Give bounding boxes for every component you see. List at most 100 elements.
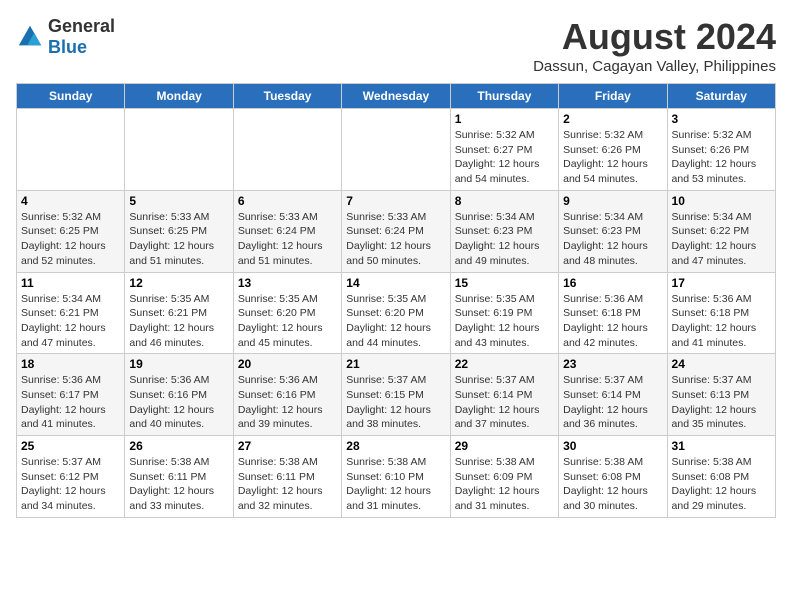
calendar-week-row: 25 Sunrise: 5:37 AM Sunset: 6:12 PM Dayli… bbox=[17, 436, 776, 518]
day-number: 24 bbox=[672, 357, 771, 371]
day-number: 3 bbox=[672, 112, 771, 126]
calendar-cell bbox=[233, 109, 341, 191]
day-info: Sunrise: 5:36 AM Sunset: 6:18 PM Dayligh… bbox=[672, 292, 771, 351]
day-info: Sunrise: 5:35 AM Sunset: 6:20 PM Dayligh… bbox=[238, 292, 337, 351]
calendar-cell: 4 Sunrise: 5:32 AM Sunset: 6:25 PM Daylig… bbox=[17, 190, 125, 272]
day-number: 26 bbox=[129, 439, 228, 453]
day-number: 14 bbox=[346, 276, 445, 290]
day-number: 1 bbox=[455, 112, 554, 126]
day-info: Sunrise: 5:33 AM Sunset: 6:24 PM Dayligh… bbox=[238, 210, 337, 269]
day-info: Sunrise: 5:34 AM Sunset: 6:21 PM Dayligh… bbox=[21, 292, 120, 351]
calendar-cell: 1 Sunrise: 5:32 AM Sunset: 6:27 PM Daylig… bbox=[450, 109, 558, 191]
day-number: 19 bbox=[129, 357, 228, 371]
weekday-header-wednesday: Wednesday bbox=[342, 84, 450, 109]
calendar-cell bbox=[17, 109, 125, 191]
weekday-header-saturday: Saturday bbox=[667, 84, 775, 109]
day-info: Sunrise: 5:38 AM Sunset: 6:09 PM Dayligh… bbox=[455, 455, 554, 514]
day-number: 4 bbox=[21, 194, 120, 208]
calendar-table: SundayMondayTuesdayWednesdayThursdayFrid… bbox=[16, 83, 776, 518]
calendar-cell: 9 Sunrise: 5:34 AM Sunset: 6:23 PM Daylig… bbox=[559, 190, 667, 272]
day-number: 11 bbox=[21, 276, 120, 290]
calendar-cell: 8Sunrise: 5:34 AM Sunset: 6:23 PM Daylig… bbox=[450, 190, 558, 272]
calendar-cell: 21Sunrise: 5:37 AM Sunset: 6:15 PM Dayli… bbox=[342, 354, 450, 436]
weekday-header-row: SundayMondayTuesdayWednesdayThursdayFrid… bbox=[17, 84, 776, 109]
day-info: Sunrise: 5:33 AM Sunset: 6:25 PM Dayligh… bbox=[129, 210, 228, 269]
calendar-cell: 18Sunrise: 5:36 AM Sunset: 6:17 PM Dayli… bbox=[17, 354, 125, 436]
day-info: Sunrise: 5:34 AM Sunset: 6:23 PM Dayligh… bbox=[563, 210, 662, 269]
day-info: Sunrise: 5:38 AM Sunset: 6:11 PM Dayligh… bbox=[238, 455, 337, 514]
weekday-header-monday: Monday bbox=[125, 84, 233, 109]
calendar-cell: 2 Sunrise: 5:32 AM Sunset: 6:26 PM Daylig… bbox=[559, 109, 667, 191]
day-info: Sunrise: 5:35 AM Sunset: 6:21 PM Dayligh… bbox=[129, 292, 228, 351]
day-number: 17 bbox=[672, 276, 771, 290]
day-info: Sunrise: 5:37 AM Sunset: 6:14 PM Dayligh… bbox=[563, 373, 662, 432]
calendar-cell: 26 Sunrise: 5:38 AM Sunset: 6:11 PM Dayli… bbox=[125, 436, 233, 518]
day-info: Sunrise: 5:37 AM Sunset: 6:12 PM Dayligh… bbox=[21, 455, 120, 514]
title-block: August 2024 Dassun, Cagayan Valley, Phil… bbox=[533, 16, 776, 75]
day-number: 27 bbox=[238, 439, 337, 453]
calendar-week-row: 4 Sunrise: 5:32 AM Sunset: 6:25 PM Daylig… bbox=[17, 190, 776, 272]
calendar-cell: 23 Sunrise: 5:37 AM Sunset: 6:14 PM Dayli… bbox=[559, 354, 667, 436]
calendar-cell: 13Sunrise: 5:35 AM Sunset: 6:20 PM Dayli… bbox=[233, 272, 341, 354]
day-info: Sunrise: 5:35 AM Sunset: 6:19 PM Dayligh… bbox=[455, 292, 554, 351]
calendar-cell: 28Sunrise: 5:38 AM Sunset: 6:10 PM Dayli… bbox=[342, 436, 450, 518]
day-number: 16 bbox=[563, 276, 662, 290]
logo-general: General bbox=[48, 16, 115, 36]
calendar-week-row: 11 Sunrise: 5:34 AM Sunset: 6:21 PM Dayli… bbox=[17, 272, 776, 354]
day-info: Sunrise: 5:32 AM Sunset: 6:27 PM Dayligh… bbox=[455, 128, 554, 187]
day-number: 29 bbox=[455, 439, 554, 453]
day-number: 22 bbox=[455, 357, 554, 371]
main-title: August 2024 bbox=[533, 16, 776, 58]
day-info: Sunrise: 5:34 AM Sunset: 6:22 PM Dayligh… bbox=[672, 210, 771, 269]
calendar-cell: 12 Sunrise: 5:35 AM Sunset: 6:21 PM Dayli… bbox=[125, 272, 233, 354]
weekday-header-tuesday: Tuesday bbox=[233, 84, 341, 109]
calendar-cell: 15 Sunrise: 5:35 AM Sunset: 6:19 PM Dayli… bbox=[450, 272, 558, 354]
logo-blue: Blue bbox=[48, 37, 87, 57]
calendar-cell: 31 Sunrise: 5:38 AM Sunset: 6:08 PM Dayli… bbox=[667, 436, 775, 518]
calendar-cell bbox=[125, 109, 233, 191]
calendar-week-row: 1 Sunrise: 5:32 AM Sunset: 6:27 PM Daylig… bbox=[17, 109, 776, 191]
day-info: Sunrise: 5:36 AM Sunset: 6:17 PM Dayligh… bbox=[21, 373, 120, 432]
calendar-cell: 20Sunrise: 5:36 AM Sunset: 6:16 PM Dayli… bbox=[233, 354, 341, 436]
calendar-cell: 22Sunrise: 5:37 AM Sunset: 6:14 PM Dayli… bbox=[450, 354, 558, 436]
calendar-cell: 11 Sunrise: 5:34 AM Sunset: 6:21 PM Dayli… bbox=[17, 272, 125, 354]
calendar-cell: 17 Sunrise: 5:36 AM Sunset: 6:18 PM Dayli… bbox=[667, 272, 775, 354]
day-number: 30 bbox=[563, 439, 662, 453]
day-info: Sunrise: 5:36 AM Sunset: 6:18 PM Dayligh… bbox=[563, 292, 662, 351]
logo-icon bbox=[16, 23, 44, 51]
day-number: 6 bbox=[238, 194, 337, 208]
calendar-body: 1 Sunrise: 5:32 AM Sunset: 6:27 PM Daylig… bbox=[17, 109, 776, 518]
calendar-cell: 14 Sunrise: 5:35 AM Sunset: 6:20 PM Dayli… bbox=[342, 272, 450, 354]
day-info: Sunrise: 5:32 AM Sunset: 6:26 PM Dayligh… bbox=[672, 128, 771, 187]
day-info: Sunrise: 5:38 AM Sunset: 6:08 PM Dayligh… bbox=[563, 455, 662, 514]
day-info: Sunrise: 5:38 AM Sunset: 6:10 PM Dayligh… bbox=[346, 455, 445, 514]
day-number: 12 bbox=[129, 276, 228, 290]
day-info: Sunrise: 5:32 AM Sunset: 6:25 PM Dayligh… bbox=[21, 210, 120, 269]
day-info: Sunrise: 5:38 AM Sunset: 6:08 PM Dayligh… bbox=[672, 455, 771, 514]
day-number: 9 bbox=[563, 194, 662, 208]
calendar-cell: 19 Sunrise: 5:36 AM Sunset: 6:16 PM Dayli… bbox=[125, 354, 233, 436]
day-info: Sunrise: 5:37 AM Sunset: 6:13 PM Dayligh… bbox=[672, 373, 771, 432]
calendar-cell: 3 Sunrise: 5:32 AM Sunset: 6:26 PM Daylig… bbox=[667, 109, 775, 191]
day-number: 25 bbox=[21, 439, 120, 453]
calendar-header: SundayMondayTuesdayWednesdayThursdayFrid… bbox=[17, 84, 776, 109]
day-number: 2 bbox=[563, 112, 662, 126]
day-info: Sunrise: 5:32 AM Sunset: 6:26 PM Dayligh… bbox=[563, 128, 662, 187]
day-info: Sunrise: 5:33 AM Sunset: 6:24 PM Dayligh… bbox=[346, 210, 445, 269]
day-info: Sunrise: 5:35 AM Sunset: 6:20 PM Dayligh… bbox=[346, 292, 445, 351]
calendar-cell: 30 Sunrise: 5:38 AM Sunset: 6:08 PM Dayli… bbox=[559, 436, 667, 518]
subtitle: Dassun, Cagayan Valley, Philippines bbox=[533, 58, 776, 75]
day-number: 15 bbox=[455, 276, 554, 290]
page-header: General Blue August 2024 Dassun, Cagayan… bbox=[16, 16, 776, 75]
day-info: Sunrise: 5:36 AM Sunset: 6:16 PM Dayligh… bbox=[129, 373, 228, 432]
calendar-week-row: 18Sunrise: 5:36 AM Sunset: 6:17 PM Dayli… bbox=[17, 354, 776, 436]
day-info: Sunrise: 5:38 AM Sunset: 6:11 PM Dayligh… bbox=[129, 455, 228, 514]
calendar-cell: 6 Sunrise: 5:33 AM Sunset: 6:24 PM Daylig… bbox=[233, 190, 341, 272]
day-number: 21 bbox=[346, 357, 445, 371]
calendar-cell: 5Sunrise: 5:33 AM Sunset: 6:25 PM Daylig… bbox=[125, 190, 233, 272]
calendar-cell bbox=[342, 109, 450, 191]
logo: General Blue bbox=[16, 16, 115, 58]
day-number: 31 bbox=[672, 439, 771, 453]
day-number: 23 bbox=[563, 357, 662, 371]
day-number: 7 bbox=[346, 194, 445, 208]
